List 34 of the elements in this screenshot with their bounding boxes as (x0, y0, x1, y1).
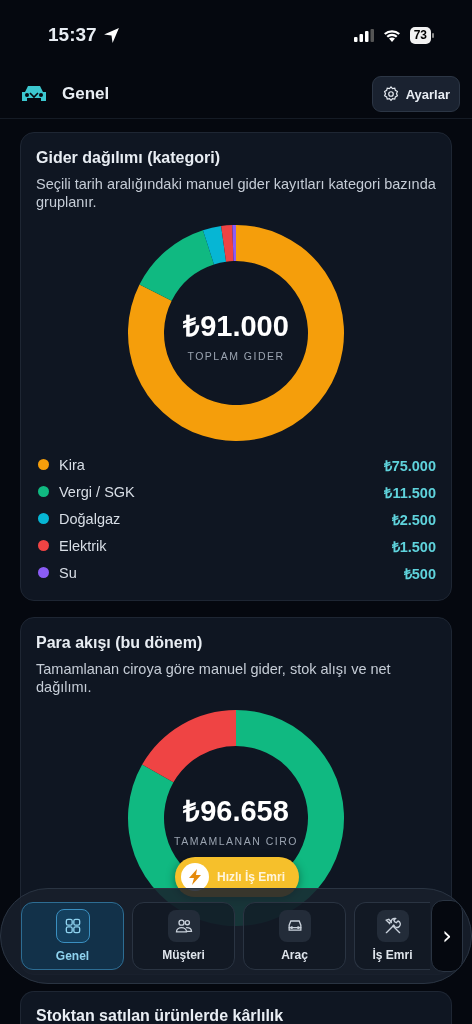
clock: 15:37 (48, 24, 97, 46)
legend-label: Su (59, 564, 78, 581)
card-title: Para akışı (bu dönem) (36, 634, 204, 652)
nav-tab[interactable]: Genel (21, 902, 124, 970)
legend-value: ₺1.500 (391, 537, 436, 556)
next-button[interactable]: › (431, 900, 463, 972)
nav-tab[interactable]: Müşteri (132, 902, 235, 970)
card-description: Tamamlanan ciroya göre manuel gider, stok alışı ve net dağılımı. (36, 660, 392, 696)
wifi-icon (382, 28, 401, 42)
settings-icon (381, 85, 400, 103)
card-description: Seçili tarih aralığındaki manuel gider kayıtları kategori bazında gruplanır. (36, 175, 436, 211)
car-logo-icon (20, 84, 48, 104)
legend-label: Doğalgaz (59, 510, 122, 527)
lightning-icon (188, 869, 202, 885)
card-title: Gider dağılımı (kategori) (36, 149, 222, 167)
location-arrow-icon (102, 26, 120, 44)
nav-tab[interactable]: Araç (243, 902, 346, 970)
battery-icon: 73 (409, 26, 434, 44)
total-amount: ₺96.658 (183, 793, 289, 829)
settings-button[interactable]: Ayarlar (371, 76, 460, 112)
legend-label: Elektrik (59, 537, 108, 554)
total-amount: ₺91.000 (183, 308, 289, 344)
legend-value: ₺11.500 (384, 483, 436, 502)
signal-icon (353, 28, 374, 42)
legend-value: ₺2.500 (391, 510, 436, 529)
nav-tab[interactable]: İş Emri (354, 902, 430, 970)
legend-label: Vergi / SGK (59, 483, 136, 500)
legend-value: ₺75.000 (383, 456, 436, 475)
card-title: Stoktan satılan ürünlerde kârlılık (36, 1006, 285, 1024)
total-label: TOPLAM GIDER (187, 349, 285, 362)
legend-label: Kira (59, 456, 86, 473)
legend-value: ₺500 (403, 564, 436, 583)
total-label: TAMAMLANAN CIRO (174, 834, 298, 847)
page-title: Genel (62, 84, 111, 104)
